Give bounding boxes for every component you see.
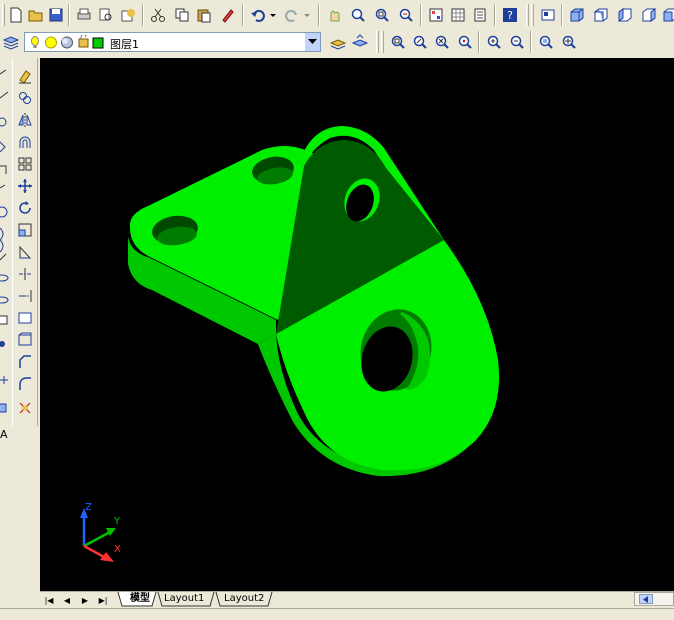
layout-tabs-bar: |◀ ◀ ▶ ▶| 模型 Layout1 Layout2 [40, 591, 674, 607]
pan-realtime-icon[interactable] [324, 5, 344, 25]
join-icon[interactable] [15, 330, 35, 350]
left-view-icon[interactable] [615, 5, 635, 25]
zoom-window-icon[interactable] [388, 32, 408, 52]
layer-dropdown[interactable]: 图层1 [24, 32, 321, 52]
modify-toolbar [12, 58, 38, 426]
last-tab-icon[interactable]: ▶| [96, 594, 110, 606]
plot-icon[interactable] [74, 5, 94, 25]
zoom-all-icon[interactable] [536, 32, 556, 52]
layer-state-icons [31, 35, 104, 49]
zoom-scale-icon[interactable] [432, 32, 452, 52]
array-icon[interactable] [15, 154, 35, 174]
right-view-icon[interactable] [639, 5, 659, 25]
zoom-extents-icon[interactable] [559, 32, 579, 52]
extend-icon[interactable] [15, 286, 35, 306]
horizontal-scrollbar[interactable] [634, 592, 674, 606]
publish-icon[interactable] [118, 5, 138, 25]
trim-icon[interactable] [15, 264, 35, 284]
current-layer-name: 图层1 [110, 38, 139, 51]
copy-icon[interactable] [172, 5, 192, 25]
bottom-view-icon[interactable] [591, 5, 611, 25]
zoom-out-icon[interactable] [507, 32, 527, 52]
tab-layout2[interactable]: Layout2 [216, 592, 272, 606]
zoom-window-icon[interactable] [372, 5, 392, 25]
match-properties-icon[interactable] [218, 5, 238, 25]
scale-icon[interactable] [15, 220, 35, 240]
scroll-left-icon[interactable] [639, 594, 653, 604]
next-tab-icon[interactable]: ▶ [78, 594, 92, 606]
chevron-down-icon[interactable] [304, 33, 320, 51]
paste-icon[interactable] [194, 5, 214, 25]
design-center-icon[interactable] [448, 5, 468, 25]
save-icon[interactable] [46, 5, 66, 25]
offset-icon[interactable] [15, 132, 35, 152]
open-icon[interactable] [26, 5, 46, 25]
toolbar-grip[interactable] [2, 4, 5, 26]
front-view-icon[interactable] [660, 5, 674, 25]
chamfer-icon[interactable] [15, 352, 35, 372]
redo-icon[interactable] [282, 5, 302, 25]
help-icon[interactable]: ? [500, 5, 520, 25]
layer-previous-icon[interactable] [350, 32, 370, 52]
redo-dropdown-icon[interactable] [302, 5, 312, 25]
properties-icon[interactable] [426, 5, 446, 25]
layer-manager-icon[interactable] [1, 32, 21, 52]
zoom-realtime-icon[interactable] [348, 5, 368, 25]
zoom-dynamic-icon[interactable] [410, 32, 430, 52]
svg-text:?: ? [507, 9, 513, 22]
svg-text:A: A [0, 428, 8, 441]
ucs-y-label: Y [113, 516, 121, 527]
tab-model[interactable]: 模型 [122, 592, 158, 606]
rotate-icon[interactable] [15, 198, 35, 218]
copy-object-icon[interactable] [15, 88, 35, 108]
make-object-layer-current-icon[interactable] [328, 32, 348, 52]
standard-toolbar: ? [0, 2, 674, 28]
previous-tab-icon[interactable]: ◀ [60, 594, 74, 606]
ucs-z-label: Z [85, 502, 92, 513]
stretch-icon[interactable] [15, 242, 35, 262]
draw-toolbar: A [0, 60, 10, 450]
top-view-icon[interactable] [567, 5, 587, 25]
first-tab-icon[interactable]: |◀ [42, 594, 56, 606]
ucs-x-label: X [114, 544, 121, 555]
cut-icon[interactable] [148, 5, 168, 25]
explode-icon[interactable] [15, 398, 35, 418]
tool-palettes-icon[interactable] [470, 5, 490, 25]
new-icon[interactable] [6, 5, 26, 25]
move-icon[interactable] [15, 176, 35, 196]
tab-layout1[interactable]: Layout1 [156, 592, 212, 606]
model-viewport[interactable]: Z Y X [40, 58, 674, 591]
fillet-icon[interactable] [15, 374, 35, 394]
undo-icon[interactable] [248, 5, 268, 25]
status-bar [0, 608, 674, 620]
zoom-previous-icon[interactable] [396, 5, 416, 25]
3d-bracket-model: Z Y X [80, 126, 500, 562]
named-views-icon[interactable] [538, 5, 558, 25]
plot-preview-icon[interactable] [96, 5, 116, 25]
break-icon[interactable] [15, 308, 35, 328]
mirror-icon[interactable] [15, 110, 35, 130]
zoom-in-icon[interactable] [484, 32, 504, 52]
ucs-icon: Z Y X [80, 502, 121, 562]
undo-dropdown-icon[interactable] [268, 5, 278, 25]
erase-icon[interactable] [15, 66, 35, 86]
zoom-center-icon[interactable] [455, 32, 475, 52]
